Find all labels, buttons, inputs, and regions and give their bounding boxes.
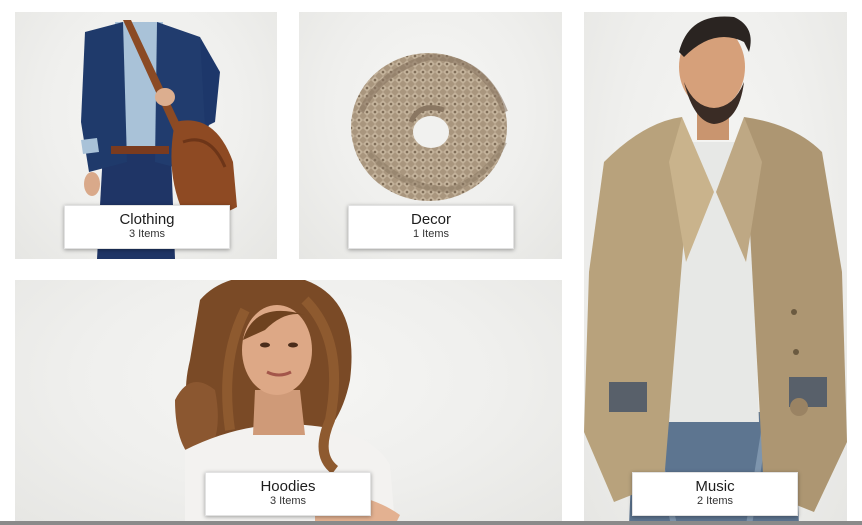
category-tile-hoodies[interactable]: Hoodies 3 Items	[15, 280, 562, 525]
category-tile-clothing[interactable]: Clothing 3 Items	[15, 12, 277, 259]
category-caption-decor[interactable]: Decor 1 Items	[348, 205, 514, 249]
category-name: Decor	[410, 211, 451, 228]
category-count: 3 Items	[269, 495, 307, 507]
category-count: 2 Items	[696, 495, 734, 507]
category-tile-music[interactable]: Music 2 Items	[584, 12, 847, 525]
category-name: Music	[695, 478, 735, 495]
category-caption-music[interactable]: Music 2 Items	[632, 472, 798, 516]
category-caption-clothing[interactable]: Clothing 3 Items	[64, 205, 230, 249]
category-count: 3 Items	[128, 228, 166, 240]
category-tile-decor[interactable]: Decor 1 Items	[299, 12, 562, 259]
category-caption-hoodies[interactable]: Hoodies 3 Items	[205, 472, 371, 516]
category-count: 1 Items	[412, 228, 450, 240]
horizontal-scrollbar[interactable]	[0, 521, 862, 525]
category-name: Hoodies	[260, 478, 316, 495]
man-in-trench-coat-photo	[584, 16, 847, 525]
category-name: Clothing	[119, 211, 175, 228]
